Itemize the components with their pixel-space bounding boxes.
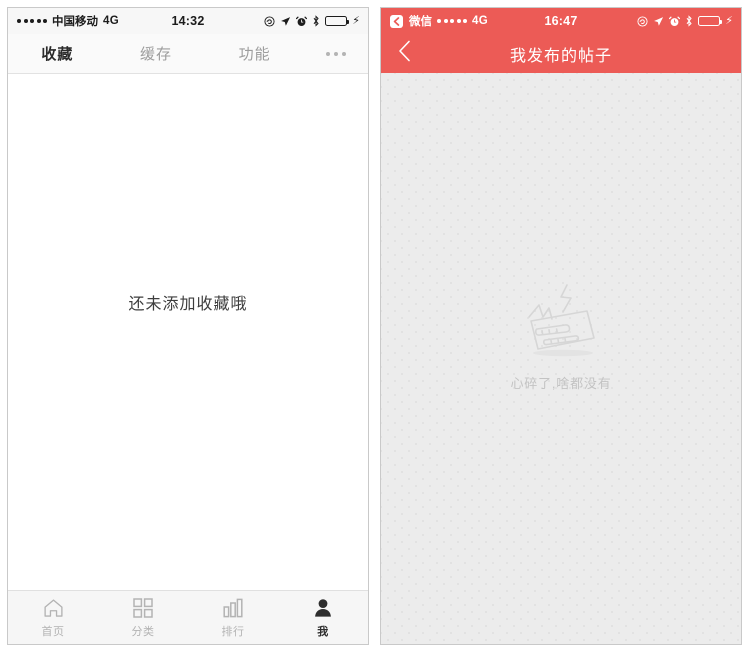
return-to-app-label[interactable]: 微信 [409, 13, 432, 29]
status-bar-right-group: ⚡ [264, 15, 360, 27]
network-type-label: 4G [103, 15, 119, 27]
location-arrow-icon [280, 16, 291, 27]
tab-ranking-label: 排行 [221, 625, 245, 638]
more-dot-icon [342, 51, 347, 56]
bottom-tab-bar: 首页 分类 排行 我 [8, 590, 368, 644]
tab-categories[interactable]: 分类 [98, 597, 188, 639]
bluetooth-icon [685, 15, 693, 27]
top-tab-favorites[interactable]: 收藏 [8, 43, 107, 64]
more-dot-icon [326, 51, 331, 56]
right-status-bar: 微信 4G 16:47 ⚡ [381, 8, 741, 34]
alarm-clock-icon [669, 16, 681, 27]
screenshot-stage: 中国移动 4G 14:32 ⚡ 收藏 缓存 功能 还未添加收藏哦 首页 分类 排… [0, 0, 754, 651]
left-top-tab-bar: 收藏 缓存 功能 [8, 34, 368, 74]
page-title: 我发布的帖子 [509, 47, 612, 65]
battery-icon [698, 16, 723, 26]
battery-icon [325, 16, 350, 26]
tab-home-label: 首页 [41, 625, 65, 638]
network-type-label: 4G [472, 15, 488, 27]
bar-chart-icon [223, 597, 243, 619]
back-chevron-icon[interactable] [390, 14, 403, 28]
rotation-lock-icon [264, 15, 275, 27]
left-content-area: 还未添加收藏哦 [8, 74, 368, 590]
home-icon [43, 597, 64, 619]
charging-bolt-icon: ⚡ [725, 14, 733, 27]
tab-me-label: 我 [317, 625, 329, 638]
top-tab-cache[interactable]: 缓存 [107, 43, 206, 64]
location-arrow-icon [653, 16, 664, 27]
right-nav-bar: 我发布的帖子 [381, 34, 741, 73]
right-content-area: 心碎了,啥都没有 [381, 73, 741, 644]
bluetooth-icon [312, 15, 320, 27]
signal-strength-dots [17, 19, 47, 23]
person-icon [313, 597, 333, 619]
tab-categories-label: 分类 [131, 625, 155, 638]
status-bar-left-group: 中国移动 4G [17, 13, 119, 29]
left-status-bar: 中国移动 4G 14:32 ⚡ [8, 8, 368, 34]
tab-ranking[interactable]: 排行 [188, 597, 278, 639]
top-tab-more-button[interactable] [304, 51, 368, 56]
grid-icon [133, 597, 153, 619]
empty-state: 心碎了,啥都没有 [510, 283, 611, 392]
top-tab-functions[interactable]: 功能 [205, 43, 304, 64]
left-phone-screen: 中国移动 4G 14:32 ⚡ 收藏 缓存 功能 还未添加收藏哦 首页 分类 排… [7, 7, 369, 645]
rotation-lock-icon [637, 15, 648, 27]
tab-home[interactable]: 首页 [8, 597, 98, 639]
charging-bolt-icon: ⚡ [352, 14, 360, 27]
status-bar-left-group: 微信 4G [390, 13, 488, 29]
empty-state-message: 心碎了,啥都没有 [510, 376, 612, 391]
nav-back-button[interactable] [381, 34, 427, 73]
signal-strength-dots [437, 19, 467, 23]
tab-me[interactable]: 我 [278, 597, 368, 639]
carrier-label: 中国移动 [52, 16, 98, 28]
status-bar-right-group: ⚡ [637, 15, 733, 27]
empty-state-message: 还未添加收藏哦 [128, 296, 248, 313]
more-dot-icon [334, 51, 339, 56]
right-phone-screen: 微信 4G 16:47 ⚡ 我发布的帖子 心碎了,啥都没有 [380, 7, 742, 645]
broken-cassette-icon [515, 283, 607, 361]
alarm-clock-icon [296, 16, 308, 27]
chevron-left-icon [398, 40, 411, 67]
